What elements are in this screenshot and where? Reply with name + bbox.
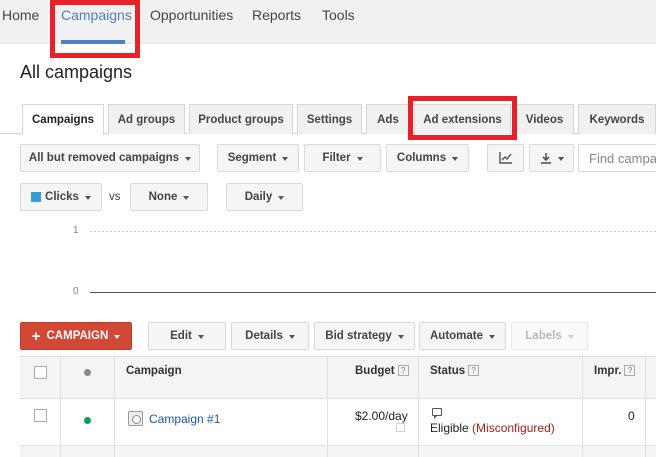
status-dot-header-icon: [84, 369, 91, 376]
impressions-value: 0: [628, 409, 635, 423]
metric2-dropdown[interactable]: None: [130, 183, 208, 211]
tab-settings[interactable]: Settings: [297, 104, 362, 134]
metric2-label: None: [148, 191, 178, 203]
metric1-color-swatch: [31, 192, 42, 202]
details-label: Details: [245, 330, 283, 342]
highlight-ad-extensions-tab: [408, 96, 517, 140]
chevron-down-icon: [557, 157, 564, 161]
budget-column-header[interactable]: Budget?: [355, 365, 409, 377]
table-header: [20, 356, 656, 399]
campaign-type-icon: [128, 411, 143, 426]
bid-strategy-label: Bid strategy: [325, 330, 392, 342]
tab-ads[interactable]: Ads: [366, 104, 410, 134]
comment-icon[interactable]: [432, 408, 442, 419]
enabled-status-dot-icon: [84, 417, 91, 424]
download-icon: [540, 153, 551, 164]
budget-header-label: Budget: [355, 365, 395, 377]
chevron-down-icon: [183, 196, 190, 200]
tab-campaigns[interactable]: Campaigns: [22, 104, 104, 135]
select-all-checkbox[interactable]: [34, 366, 47, 379]
edit-label: Edit: [170, 330, 192, 342]
column-divider: [60, 356, 61, 457]
chevron-down-icon: [84, 196, 91, 200]
budget-value[interactable]: $2.00/day: [355, 409, 408, 423]
campaign-filter-scope-dropdown[interactable]: All but removed campaigns: [20, 144, 200, 172]
filter-scope-label: All but removed campaigns: [28, 152, 180, 164]
tab-videos[interactable]: Videos: [515, 104, 574, 134]
y-tick-label-bottom: 0: [73, 286, 79, 297]
segment-dropdown[interactable]: Segment: [217, 144, 299, 172]
impr-column-header[interactable]: Impr.?: [594, 365, 636, 377]
filter-label: Filter: [322, 152, 351, 164]
toggle-chart-button[interactable]: [487, 144, 524, 172]
chevron-down-icon: [197, 335, 204, 339]
interval-label: Daily: [244, 191, 273, 203]
automate-label: Automate: [429, 330, 484, 342]
status-header-label: Status: [430, 365, 466, 377]
page-title: All campaigns: [20, 62, 133, 82]
columns-dropdown[interactable]: Columns: [386, 144, 469, 172]
chevron-down-icon: [282, 157, 289, 161]
nav-home[interactable]: Home: [2, 7, 39, 23]
automate-dropdown[interactable]: Automate: [419, 322, 506, 350]
help-icon[interactable]: ?: [624, 365, 636, 376]
column-divider: [418, 356, 419, 457]
row-checkbox[interactable]: [34, 409, 47, 422]
download-dropdown[interactable]: [529, 144, 574, 172]
column-divider: [582, 356, 583, 457]
add-campaign-button[interactable]: + CAMPAIGN: [20, 322, 132, 350]
chevron-down-icon: [278, 196, 285, 200]
column-divider: [645, 356, 646, 457]
columns-label: Columns: [396, 152, 447, 164]
tab-ad-groups[interactable]: Ad groups: [108, 104, 185, 134]
chevron-down-icon: [356, 157, 363, 161]
highlight-campaigns-nav: [50, 0, 140, 58]
status-value: Eligible (Misconfigured): [430, 421, 555, 435]
status-misconfigured[interactable]: (Misconfigured): [472, 421, 555, 435]
chevron-down-icon: [185, 157, 192, 161]
nav-opportunities[interactable]: Opportunities: [150, 7, 233, 23]
chart-gridline-top: [90, 231, 656, 232]
filter-dropdown[interactable]: Filter: [304, 144, 381, 172]
column-divider: [327, 356, 328, 457]
tab-product-groups[interactable]: Product groups: [189, 104, 293, 134]
campaign-column-header[interactable]: Campaign: [126, 365, 182, 377]
vs-label: vs: [109, 191, 121, 203]
tab-keywords[interactable]: Keywords: [578, 104, 656, 134]
add-campaign-label: CAMPAIGN: [46, 330, 109, 342]
help-icon[interactable]: ?: [397, 365, 409, 376]
y-tick-label-top: 1: [73, 225, 79, 236]
metric1-label: Clicks: [45, 191, 79, 203]
chart-baseline: [90, 292, 656, 293]
campaign-name-link[interactable]: Campaign #1: [149, 412, 220, 426]
table-footer-band: [20, 446, 656, 457]
line-chart-icon: [498, 152, 512, 164]
nav-reports[interactable]: Reports: [252, 7, 301, 23]
bid-strategy-dropdown[interactable]: Bid strategy: [314, 322, 415, 350]
column-divider: [114, 356, 115, 457]
segment-label: Segment: [227, 152, 277, 164]
table-row: [20, 400, 656, 446]
chevron-down-icon: [452, 157, 459, 161]
labels-label: Labels: [525, 330, 562, 342]
status-column-header[interactable]: Status?: [430, 365, 480, 377]
impr-header-label: Impr.: [594, 365, 622, 377]
chevron-down-icon: [567, 335, 574, 339]
chevron-down-icon: [489, 335, 496, 339]
budget-check-icon: [396, 423, 405, 432]
help-icon[interactable]: ?: [468, 365, 480, 376]
chevron-down-icon: [397, 335, 404, 339]
metric1-dropdown[interactable]: Clicks: [20, 183, 102, 211]
labels-dropdown[interactable]: Labels: [511, 322, 588, 350]
details-dropdown[interactable]: Details: [231, 322, 309, 350]
nav-tools[interactable]: Tools: [322, 7, 355, 23]
status-eligible: Eligible: [430, 421, 469, 435]
edit-dropdown[interactable]: Edit: [148, 322, 226, 350]
chevron-down-icon: [114, 335, 121, 339]
interval-dropdown[interactable]: Daily: [226, 183, 303, 211]
chevron-down-icon: [288, 335, 295, 339]
plus-icon: +: [31, 327, 41, 345]
find-campaigns-input[interactable]: [578, 144, 656, 172]
